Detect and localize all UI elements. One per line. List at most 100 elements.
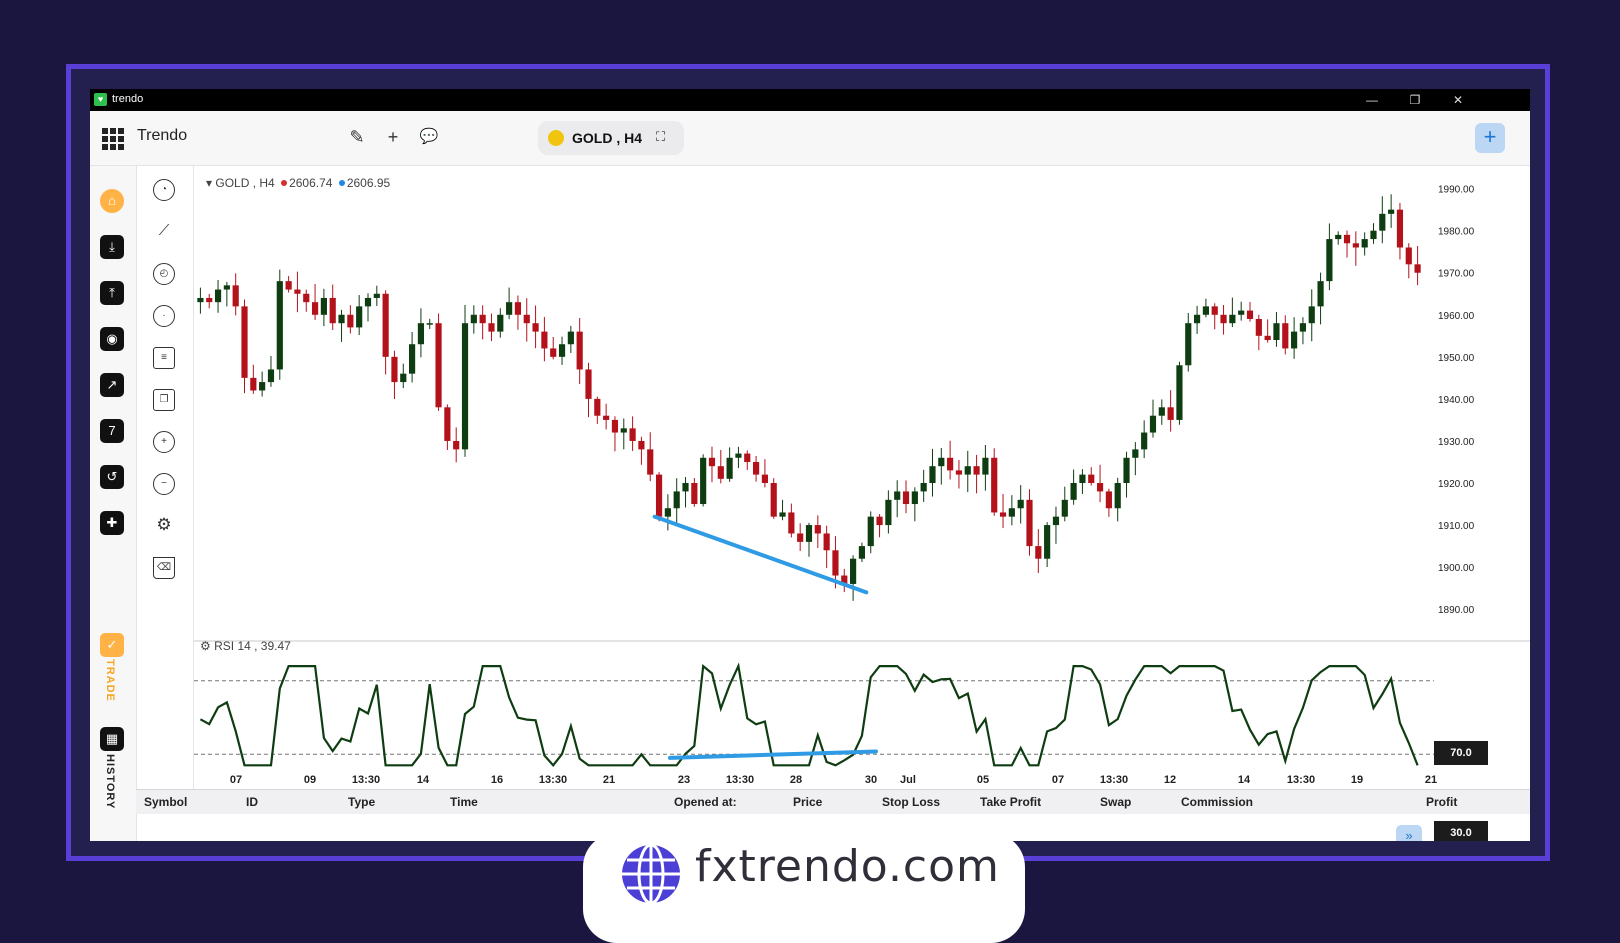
column-header[interactable]: Swap — [1100, 795, 1131, 809]
minimize-button[interactable]: — — [1352, 90, 1392, 110]
column-header[interactable]: Profit — [1426, 795, 1457, 809]
x-tick-label: 07 — [1052, 774, 1064, 786]
restore-button[interactable]: ❐ — [1395, 90, 1435, 110]
candle-body — [735, 453, 742, 458]
candle-body — [311, 302, 319, 315]
zoom-out-icon[interactable]: − — [153, 473, 175, 495]
signal-icon[interactable]: ◉ — [100, 327, 124, 351]
column-header[interactable]: Take Profit — [980, 795, 1041, 809]
candle-body — [797, 533, 804, 542]
candle-body — [214, 289, 222, 303]
candle-body — [550, 348, 557, 357]
candle-body — [814, 525, 821, 534]
candle-body — [1299, 323, 1307, 332]
apps-grid-icon[interactable] — [102, 128, 124, 150]
candle-body — [938, 457, 945, 467]
candle-body — [1044, 525, 1051, 559]
x-tick-label: 09 — [304, 774, 316, 786]
candle-body — [356, 306, 363, 328]
candle-body — [1370, 230, 1377, 240]
candle-body — [779, 512, 786, 517]
symbol-selector[interactable]: GOLD , H4 ⛶ — [538, 121, 684, 155]
app-label: trendo — [112, 93, 144, 105]
candle-body — [391, 356, 398, 383]
home-icon[interactable]: ⌂ — [100, 189, 124, 213]
candle-body — [497, 314, 504, 332]
note-tool-icon[interactable]: ≡ — [153, 347, 175, 369]
history-clock-icon[interactable]: ↺ — [100, 465, 124, 489]
new-chart-button[interactable]: + — [1475, 123, 1505, 153]
candle-body — [444, 407, 451, 441]
column-header[interactable]: Price — [793, 795, 822, 809]
app-window: ♥ trendo — ❐ ✕ Trendo ✎ + 💬 GOLD , H4 ⛶ … — [90, 89, 1530, 841]
candle-body — [805, 525, 813, 542]
withdraw-icon[interactable]: ⤒ — [100, 281, 124, 305]
chart-area[interactable]: 1990.00 1980.00 1970.00 1960.00 1950.00 1940.… — [194, 166, 1530, 841]
column-header[interactable]: Time — [450, 795, 478, 809]
x-tick-label: 30 — [865, 774, 877, 786]
y-tick-label: 1990.00 — [1438, 185, 1475, 196]
y-tick-label: 1910.00 — [1438, 521, 1475, 532]
column-header[interactable]: Commission — [1181, 795, 1253, 809]
candle-body — [1114, 483, 1121, 509]
scroll-to-latest-button[interactable]: » — [1396, 825, 1422, 841]
y-tick-label: 1980.00 — [1438, 227, 1475, 238]
copy-tool-icon[interactable]: ❐ — [153, 389, 175, 411]
pie-tool-icon[interactable]: ◴ — [153, 263, 175, 285]
candle-body — [329, 297, 336, 324]
candle-body — [929, 466, 936, 484]
column-header[interactable]: Opened at: — [674, 795, 737, 809]
column-header[interactable]: Stop Loss — [882, 795, 940, 809]
candle-body — [1291, 331, 1298, 349]
column-header[interactable]: Type — [348, 795, 375, 809]
deposit-icon[interactable]: ⤓ — [100, 235, 124, 259]
candle-body — [1105, 491, 1112, 509]
history-tab-label[interactable]: HISTORY — [104, 754, 116, 809]
x-tick-label: 13:30 — [1287, 774, 1315, 786]
settings-gear-icon[interactable]: ⚙ — [153, 515, 175, 537]
top-toolbar: Trendo ✎ + 💬 GOLD , H4 ⛶ + — [90, 111, 1530, 166]
candle-body — [417, 323, 425, 345]
pencil-icon[interactable]: ✎ — [344, 124, 370, 150]
zoom-in-icon[interactable]: + — [153, 431, 175, 453]
x-tick-label: 14 — [1238, 774, 1251, 786]
gift-icon[interactable]: ✚ — [100, 511, 124, 535]
rsi-70-badge: 70.0 — [1434, 741, 1488, 765]
candle-body — [338, 314, 345, 324]
price-chart[interactable]: 1990.00 1980.00 1970.00 1960.00 1950.00 1940.… — [194, 166, 1530, 791]
chat-icon[interactable]: 💬 — [416, 124, 442, 150]
trash-icon[interactable]: ⌫ — [153, 557, 175, 579]
history-calendar-icon[interactable]: ▦ — [100, 727, 124, 751]
positions-table-header: Symbol ID Type Time Opened at: Price Stop Loss… — [136, 789, 1530, 814]
column-header[interactable]: Symbol — [144, 795, 187, 809]
target-tool-icon[interactable]: · — [153, 305, 175, 327]
expand-icon[interactable]: ⛶ — [656, 129, 665, 145]
trade-tab-label[interactable]: TRADE — [104, 659, 116, 702]
rsi-settings-icon[interactable]: ⚙ — [200, 639, 211, 653]
candle-body — [682, 483, 689, 492]
candle-body — [991, 457, 998, 513]
rsi-value-label: RSI 14 , 39.47 — [214, 639, 291, 653]
add-icon[interactable]: + — [380, 124, 406, 150]
trendline-tool-icon[interactable]: ⟋ — [153, 221, 175, 243]
candle-body — [726, 457, 733, 479]
legend-caret-icon[interactable]: ▾ — [206, 176, 212, 190]
x-tick-label: 13:30 — [726, 774, 754, 786]
clock-tool-icon[interactable]: ◔ — [153, 179, 175, 201]
candle-body — [1229, 314, 1236, 324]
candle-body — [426, 323, 433, 325]
close-button[interactable]: ✕ — [1438, 90, 1478, 110]
candle-body — [1026, 499, 1033, 547]
candle-body — [1052, 516, 1060, 526]
candle-body — [294, 289, 301, 294]
candle-body — [1096, 483, 1104, 492]
candle-body — [850, 558, 857, 584]
chart-trend-icon[interactable]: ↗ — [100, 373, 124, 397]
website-domain[interactable]: fxtrendo.com — [695, 841, 1000, 892]
symbol-label: GOLD , H4 — [572, 130, 643, 146]
column-header[interactable]: ID — [246, 795, 258, 809]
calendar-seven-icon[interactable]: 7 — [100, 419, 124, 443]
x-tick-label: 23 — [678, 774, 690, 786]
trade-icon[interactable]: ✓ — [100, 633, 124, 657]
candle-body — [761, 474, 768, 484]
